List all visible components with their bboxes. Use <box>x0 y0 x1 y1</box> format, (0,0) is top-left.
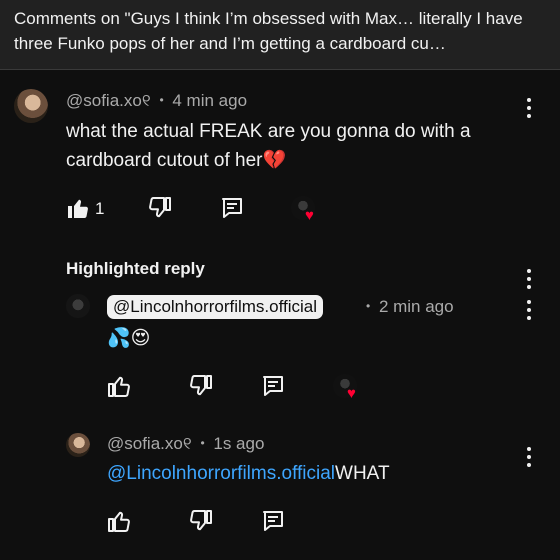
reply-text: 💦😍 <box>107 328 151 349</box>
reply-text: @Lincolnhorrorfilms.officialWHAT <box>107 459 390 488</box>
mention-link[interactable]: @Lincolnhorrorfilms.official <box>107 463 335 484</box>
reply-text-body: WHAT <box>335 463 390 484</box>
header-title: Comments on "Guys I think I’m obsessed w… <box>14 9 523 53</box>
comment-author[interactable]: @sofia.xo୧ <box>66 91 151 110</box>
reply-time: 2 min ago <box>378 297 454 316</box>
comments-header: Comments on "Guys I think I’m obsessed w… <box>0 0 560 70</box>
reply-time: 1s ago <box>213 434 265 453</box>
thumbs-up-icon[interactable] <box>107 374 131 398</box>
like-count: 1 <box>95 199 105 218</box>
heart-icon: ♥ <box>305 207 314 224</box>
more-vert-icon[interactable] <box>526 268 532 290</box>
meta-separator: • <box>366 299 371 313</box>
reply-icon[interactable] <box>220 196 244 220</box>
creator-heart-icon: ♥ <box>333 374 363 404</box>
avatar[interactable] <box>66 294 90 318</box>
thumbs-up-icon[interactable] <box>66 196 90 220</box>
highlighted-reply-label: Highlighted reply <box>66 259 205 278</box>
more-vert-icon[interactable] <box>526 446 532 468</box>
broken-heart-emoji: 💔 <box>262 150 287 171</box>
thumbs-up-icon[interactable] <box>107 509 131 533</box>
reply-author-chip[interactable]: @Lincolnhorrorfilms.official <box>107 295 324 319</box>
thumbs-down-icon[interactable] <box>189 374 213 398</box>
reply-icon[interactable] <box>261 374 285 398</box>
comment-meta: @sofia.xo୧ • 4 min ago <box>66 91 247 111</box>
thumbs-down-icon[interactable] <box>148 196 172 220</box>
comment-time: 4 min ago <box>172 91 248 110</box>
meta-separator: • <box>200 436 205 450</box>
comment-text: what the actual FREAK are you gonna do w… <box>66 117 526 175</box>
reply-meta: @sofia.xo୧ • 1s ago <box>107 434 264 454</box>
heart-icon: ♥ <box>347 385 356 402</box>
avatar[interactable] <box>14 89 48 123</box>
reply-icon[interactable] <box>261 509 285 533</box>
meta-separator: • <box>159 93 164 107</box>
reply-author[interactable]: @sofia.xo୧ <box>107 434 192 453</box>
creator-heart-icon: ♥ <box>291 196 321 226</box>
reply-meta: • 2 min ago <box>366 297 454 317</box>
more-vert-icon[interactable] <box>526 97 532 119</box>
thumbs-down-icon[interactable] <box>189 509 213 533</box>
avatar[interactable] <box>66 433 90 457</box>
more-vert-icon[interactable] <box>526 299 532 321</box>
